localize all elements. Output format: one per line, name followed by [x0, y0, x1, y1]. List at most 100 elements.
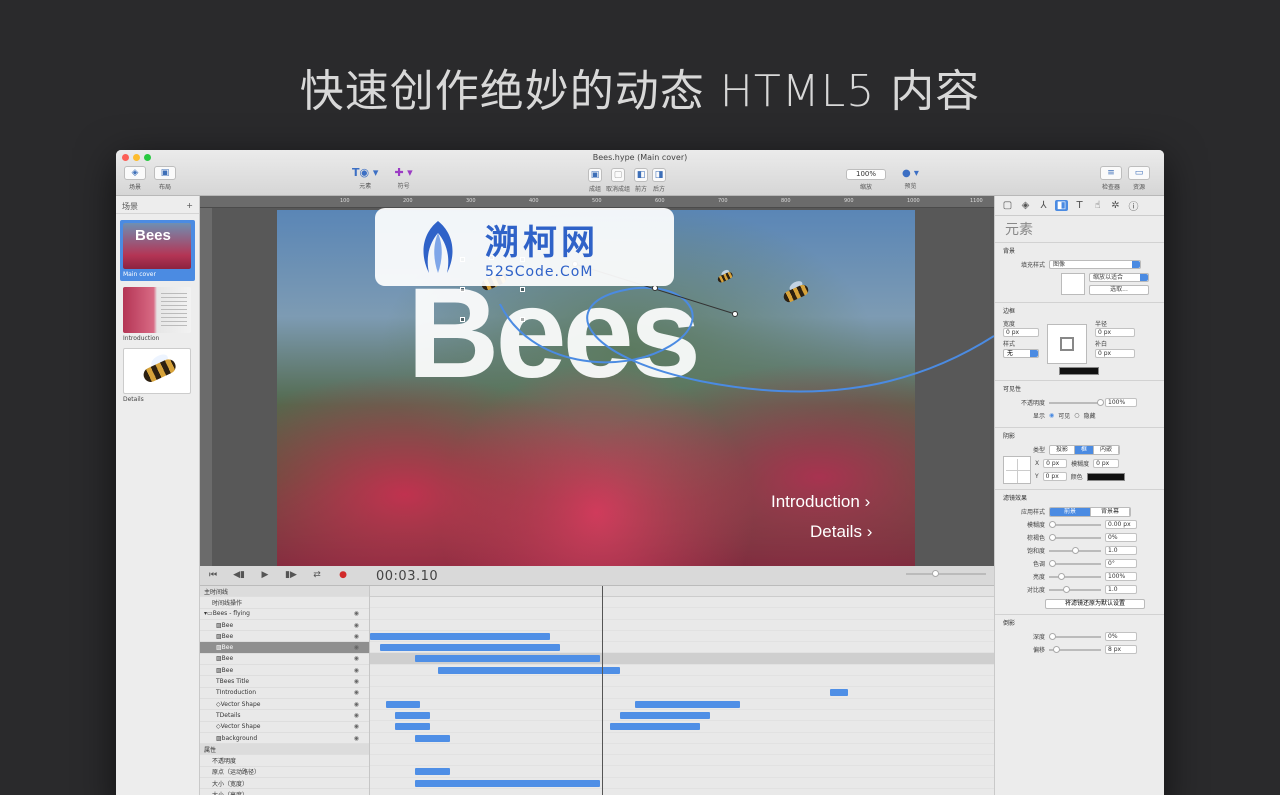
visibility-eye-icon[interactable]: ◉: [354, 655, 359, 662]
property-row[interactable]: 原点（运动路径）: [200, 767, 369, 779]
inspector-toggle-button[interactable]: ≡ 检查器: [1100, 166, 1122, 191]
timeline-lane[interactable]: [370, 687, 994, 699]
filter-slider[interactable]: [1049, 572, 1101, 580]
fill-style-select[interactable]: 图像: [1049, 260, 1141, 269]
timeline-layer-row[interactable]: ▾▭ Bees - flying ◉: [200, 609, 369, 620]
reflection-depth-slider[interactable]: [1049, 632, 1101, 640]
filter-slider[interactable]: [1049, 533, 1101, 541]
opacity-field[interactable]: 100%: [1105, 398, 1137, 407]
timeline-lane[interactable]: [370, 653, 994, 665]
zoom-control[interactable]: 100% 缩放: [846, 169, 886, 191]
timeline-layer-row[interactable]: T Introduction ◉: [200, 688, 369, 699]
go-to-start-button[interactable]: ⏮: [206, 570, 220, 580]
play-button[interactable]: ▶: [258, 570, 272, 580]
timeline-layer-row[interactable]: ▨ Bee ◉: [200, 665, 369, 677]
record-button[interactable]: ●: [336, 570, 350, 580]
scenes-toggle-button[interactable]: ◈ 场景: [124, 166, 146, 191]
visible-radio[interactable]: ◉: [1049, 412, 1054, 419]
visibility-eye-icon[interactable]: ◉: [354, 689, 359, 696]
scene-main-cover[interactable]: Bees Main cover: [120, 220, 195, 281]
animation-keyframe-bar[interactable]: [415, 655, 600, 663]
property-row[interactable]: 大小（高度）: [200, 789, 369, 795]
padding-field[interactable]: 0 px: [1095, 349, 1135, 358]
visibility-eye-icon[interactable]: ◉: [354, 701, 359, 708]
timeline-ruler[interactable]: [370, 586, 994, 597]
timeline-lane[interactable]: [370, 733, 994, 744]
filter-value-field[interactable]: 0.00 px: [1105, 520, 1137, 529]
hidden-radio[interactable]: ○: [1074, 412, 1079, 419]
timeline-layer-row[interactable]: ▨ Bee ◉: [200, 642, 369, 654]
scale-mode-select[interactable]: 缩放以适合: [1089, 273, 1149, 282]
opacity-slider[interactable]: [1049, 398, 1104, 406]
timeline-layer-row[interactable]: ▨ Bee ◉: [200, 654, 369, 666]
group-button[interactable]: ▣ 成组: [588, 168, 602, 193]
shadow-color-well[interactable]: [1086, 472, 1125, 481]
filter-slider[interactable]: [1049, 546, 1101, 554]
timeline-lane[interactable]: [370, 608, 994, 620]
zoom-value[interactable]: 100%: [846, 169, 886, 180]
properties-header[interactable]: 属性: [200, 744, 369, 756]
reflection-offset-field[interactable]: 8 px: [1105, 645, 1137, 654]
shadow-type-segmented[interactable]: 投影 框 内嵌: [1049, 444, 1121, 455]
border-radius-field[interactable]: 0 px: [1095, 328, 1135, 337]
animation-keyframe-bar[interactable]: [370, 632, 550, 640]
resources-toggle-button[interactable]: ▭ 资源: [1128, 166, 1150, 191]
selection-handle[interactable]: [520, 317, 525, 322]
filter-value-field[interactable]: 1.0: [1105, 546, 1137, 555]
selection-handle[interactable]: [520, 287, 525, 292]
visibility-eye-icon[interactable]: ◉: [354, 712, 359, 719]
timeline-lane[interactable]: [370, 755, 994, 767]
filter-slider[interactable]: [1049, 585, 1101, 593]
border-width-field[interactable]: 0 px: [1003, 328, 1039, 337]
timeline-lane[interactable]: [370, 665, 994, 677]
playhead[interactable]: [602, 586, 603, 795]
selection-handle[interactable]: [460, 317, 465, 322]
animation-keyframe-bar[interactable]: [386, 700, 420, 708]
choose-image-button[interactable]: 选取...: [1089, 285, 1149, 295]
scene-introduction[interactable]: Introduction: [123, 287, 192, 342]
timeline-lane[interactable]: [370, 631, 994, 643]
timeline-actions-row[interactable]: 时间线操作: [200, 597, 369, 609]
visibility-eye-icon[interactable]: ◉: [354, 644, 359, 651]
property-row[interactable]: 不透明度: [200, 755, 369, 767]
introduction-link[interactable]: Introduction ›: [771, 492, 870, 512]
timeline-layer-row[interactable]: ▨ Bee ◉: [200, 620, 369, 632]
animation-keyframe-bar[interactable]: [830, 689, 848, 697]
filter-slider[interactable]: [1049, 520, 1101, 528]
layout-toggle-button[interactable]: ▣ 布局: [154, 166, 176, 191]
metrics-tab-icon[interactable]: ⅄: [1037, 200, 1050, 211]
animation-keyframe-bar[interactable]: [635, 700, 740, 708]
border-box-widget[interactable]: [1047, 324, 1087, 364]
timeline-lane[interactable]: [370, 597, 994, 609]
filter-slider[interactable]: [1049, 559, 1101, 567]
shadow-blur-field[interactable]: 0 px: [1093, 459, 1120, 468]
animation-keyframe-bar[interactable]: [610, 723, 700, 731]
timeline-zoom-slider[interactable]: [906, 570, 986, 577]
filter-value-field[interactable]: 0°: [1105, 559, 1137, 568]
timeline-layer-row[interactable]: ▨ Bee ◉: [200, 631, 369, 643]
timeline-lane[interactable]: [370, 642, 994, 654]
visibility-eye-icon[interactable]: ◉: [354, 723, 359, 730]
timeline-layer-row[interactable]: ▨ background ◉: [200, 733, 369, 745]
visibility-eye-icon[interactable]: ◉: [354, 622, 359, 629]
symbols-menu-button[interactable]: ✚ ▾ 符号: [394, 166, 412, 190]
ungroup-button[interactable]: ▢ 取消成组: [606, 168, 630, 193]
shadow-y-field[interactable]: 0 px: [1042, 472, 1067, 481]
scene-tab-icon[interactable]: ◈: [1019, 200, 1032, 211]
main-timeline-selector[interactable]: 主时间线: [200, 586, 369, 598]
timeline-lane[interactable]: [370, 620, 994, 631]
filter-target-segmented[interactable]: 前景 背景幕: [1049, 506, 1132, 517]
timeline-layer-row[interactable]: T Bees Title ◉: [200, 676, 369, 688]
bee-image[interactable]: [714, 268, 734, 284]
animation-keyframe-bar[interactable]: [415, 734, 450, 742]
timeline-lane[interactable]: [370, 721, 994, 733]
visibility-eye-icon[interactable]: ◉: [354, 633, 359, 640]
timeline-lane[interactable]: [370, 766, 994, 778]
reflection-depth-field[interactable]: 0%: [1105, 632, 1137, 641]
shadow-offset-widget[interactable]: [1003, 456, 1031, 484]
animation-keyframe-bar[interactable]: [620, 711, 710, 719]
timeline-lane[interactable]: [370, 710, 994, 722]
filter-value-field[interactable]: 0%: [1105, 533, 1137, 542]
animation-keyframe-bar[interactable]: [380, 644, 560, 652]
actions-tab-icon[interactable]: ☝: [1091, 200, 1104, 211]
